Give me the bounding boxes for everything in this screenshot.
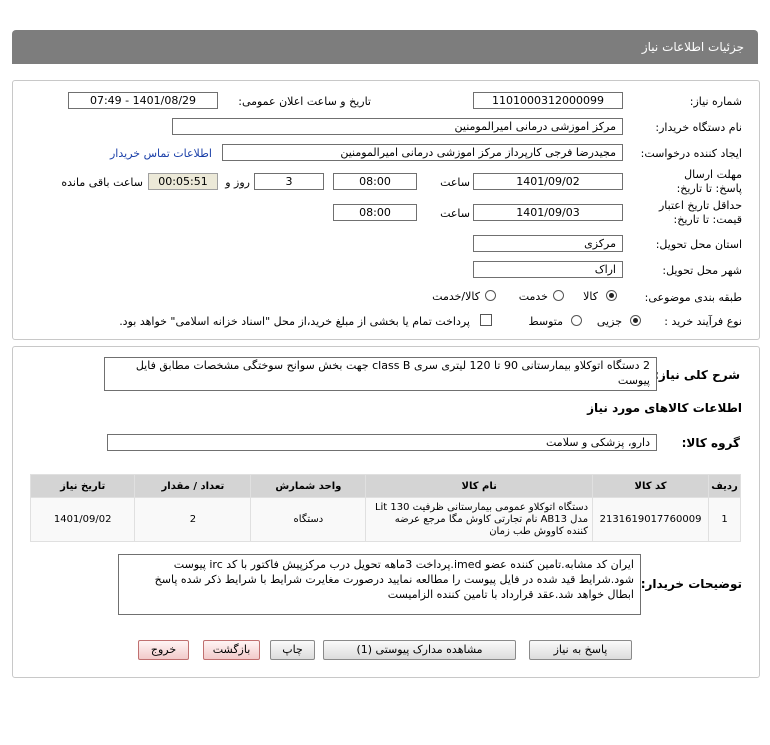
city-field: اراک (473, 261, 623, 278)
deadline-time-label: ساعت (440, 176, 470, 189)
cell-name: دستگاه اتوکلاو عمومی بیمارستانی ظرفیت 13… (365, 497, 594, 542)
cell-date: 1401/09/02 (29, 497, 136, 542)
goods-group-field: دارو، پزشکی و سلامت (107, 434, 657, 451)
remaining-time-field: 00:05:51 (148, 173, 218, 190)
cell-qty: 2 (134, 497, 252, 542)
goods-heading: اطلاعات کالاهای مورد نیاز (587, 401, 742, 415)
col-name: نام کالا (365, 474, 594, 498)
creator-label: ایجاد کننده درخواست: (640, 147, 742, 160)
category-radio-goods-service[interactable] (485, 290, 496, 301)
print-button[interactable]: چاپ (270, 640, 315, 660)
creator-field: مجیدرضا فرجی کارپرداز مرکز اموزشی درمانی… (222, 144, 623, 161)
days-field: 3 (254, 173, 324, 190)
table-row: 1 2131619017760009 دستگاه اتوکلاو عمومی … (29, 497, 741, 542)
validity-time-label: ساعت (440, 207, 470, 220)
validity-date-field: 1401/09/03 (473, 204, 623, 221)
attachments-button[interactable]: مشاهده مدارک پیوستی (1) (323, 640, 516, 660)
cell-code: 2131619017760009 (592, 497, 710, 542)
summary-label: شرح کلی نیاز: (654, 368, 740, 382)
province-label: استان محل تحویل: (655, 238, 742, 251)
buyer-label: نام دستگاه خریدار: (655, 121, 742, 134)
days-label: روز و (225, 176, 250, 189)
cell-unit: دستگاه (250, 497, 367, 542)
buyer-contact-link[interactable]: اطلاعات تماس خریدار (110, 147, 212, 160)
deadline-time-field: 08:00 (333, 173, 417, 190)
cell-index: 1 (708, 497, 741, 542)
process-label: نوع فرآیند خرید : (664, 315, 742, 328)
col-unit: واحد شمارش (250, 474, 367, 498)
buyer-field: مرکز اموزشی درمانی امیرالمومنین (172, 118, 623, 135)
category-label: طبقه بندی موضوعی: (644, 291, 742, 304)
validity-label: حداقل تاریخ اعتبار قیمت: تا تاریخ: (658, 199, 742, 226)
process-option-partial: جزیی (596, 315, 622, 328)
buyer-notes-field: ایران کد مشابه.تامین کننده عضو imed.پردا… (118, 554, 641, 615)
need-number-label: شماره نیاز: (689, 95, 742, 108)
respond-button[interactable]: پاسخ به نیاز (529, 640, 632, 660)
announce-field: 1401/08/29 - 07:49 (68, 92, 218, 109)
col-index: ردیف (708, 474, 741, 498)
treasury-payment-text: پرداخت تمام یا بخشی از مبلغ خرید،از محل … (119, 315, 470, 328)
page-title: جزئیات اطلاعات نیاز (641, 40, 744, 54)
buyer-notes-label: توضیحات خریدار: (640, 577, 742, 591)
category-option-goods-service: کالا/خدمت (432, 290, 480, 303)
back-button[interactable]: بازگشت (203, 640, 260, 660)
announce-label: تاریخ و ساعت اعلان عمومی: (238, 95, 371, 108)
deadline-label: مهلت ارسال پاسخ: تا تاریخ: (676, 168, 742, 195)
process-radio-partial[interactable] (630, 315, 641, 326)
validity-time-field: 08:00 (333, 204, 417, 221)
exit-button[interactable]: خروج (138, 640, 189, 660)
remaining-label: ساعت باقی مانده (61, 176, 143, 189)
deadline-date-field: 1401/09/02 (473, 173, 623, 190)
col-qty: تعداد / مقدار (134, 474, 252, 498)
goods-table: ردیف کد کالا نام کالا واحد شمارش تعداد /… (29, 474, 741, 542)
province-field: مرکزی (473, 235, 623, 252)
process-radio-medium[interactable] (571, 315, 582, 326)
col-date: تاریخ نیاز (29, 474, 136, 498)
city-label: شهر محل تحویل: (662, 264, 742, 277)
need-number-field: 1101000312000099 (473, 92, 623, 109)
category-radio-goods[interactable] (606, 290, 617, 301)
summary-field: 2 دستگاه اتوکلاو بیمارستانی 90 تا 120 لی… (104, 357, 657, 391)
category-option-service: خدمت (518, 290, 548, 303)
goods-group-label: گروه کالا: (681, 436, 740, 450)
category-radio-service[interactable] (553, 290, 564, 301)
goods-table-header: ردیف کد کالا نام کالا واحد شمارش تعداد /… (29, 474, 741, 498)
treasury-payment-checkbox[interactable] (480, 314, 492, 326)
col-code: کد کالا (592, 474, 710, 498)
process-option-medium: متوسط (528, 315, 563, 328)
category-option-goods: کالا (583, 290, 598, 303)
page-title-bar: جزئیات اطلاعات نیاز (12, 30, 758, 64)
